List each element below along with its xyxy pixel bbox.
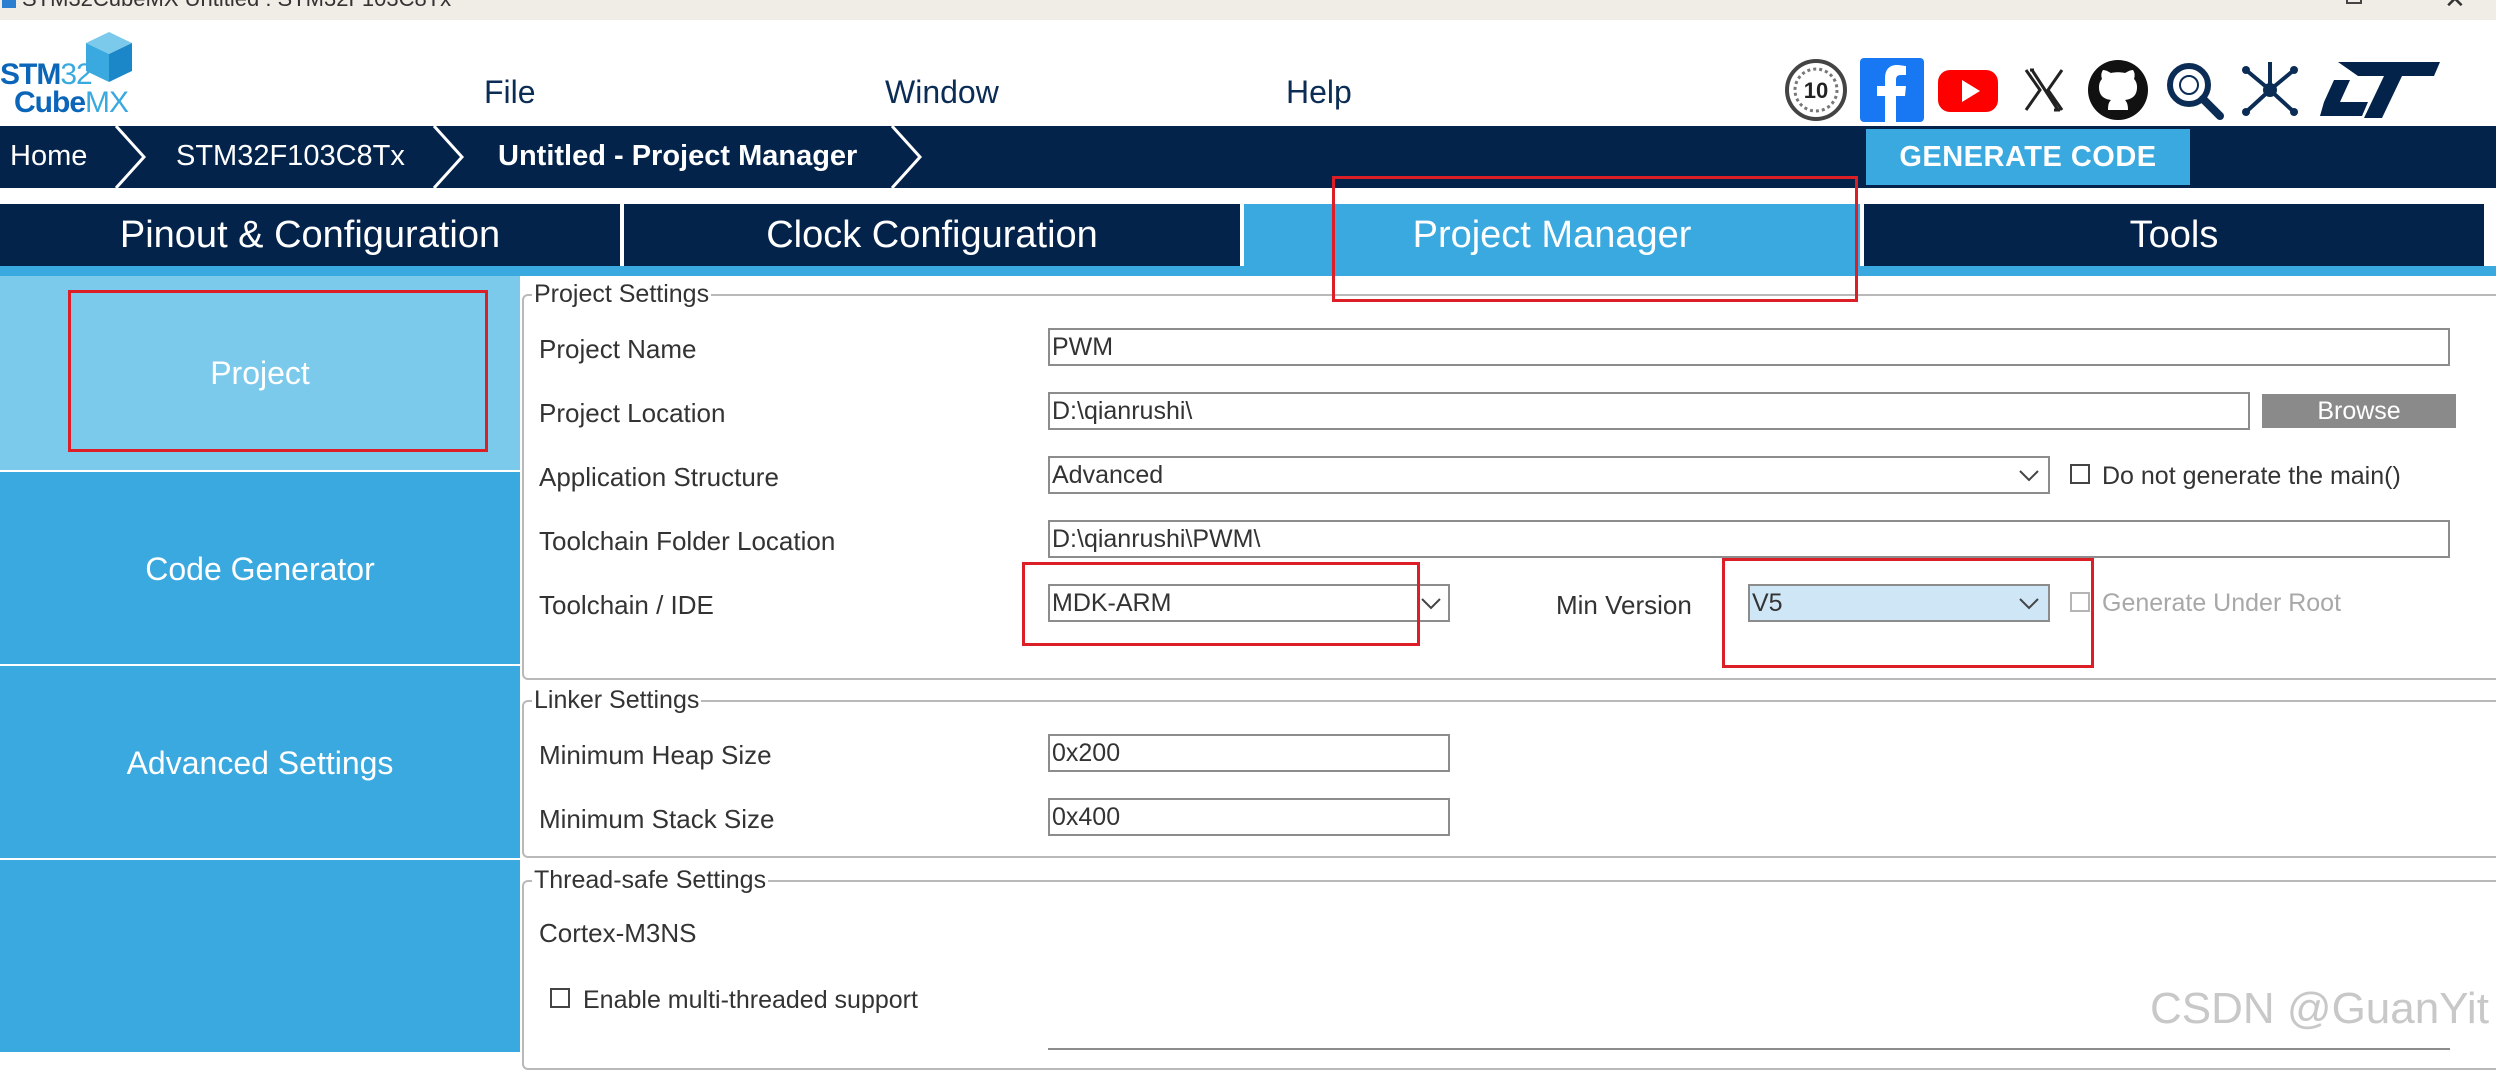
- thread-safe-settings-group: [522, 880, 2496, 1070]
- highlight-box-min-version: [1722, 558, 2094, 668]
- chevron-right-icon: [114, 126, 147, 188]
- sidebar-item-advanced-settings[interactable]: Advanced Settings: [0, 664, 520, 858]
- generate-code-button[interactable]: GENERATE CODE: [1866, 129, 2190, 185]
- network-icon[interactable]: [2238, 58, 2302, 122]
- toolchain-ide-label: Toolchain / IDE: [539, 590, 714, 620]
- thread-safe-settings-legend: Thread-safe Settings: [532, 866, 769, 895]
- application-structure-select[interactable]: Advanced: [1048, 456, 2050, 494]
- toolchain-folder-label: Toolchain Folder Location: [539, 526, 836, 556]
- linker-settings-legend: Linker Settings: [532, 686, 702, 715]
- breadcrumb-home[interactable]: Home: [10, 140, 87, 173]
- project-location-input[interactable]: D:\qianrushi\: [1048, 392, 2250, 430]
- app-header: STM32 CubeMX File Window Help 10: [0, 20, 2496, 126]
- youtube-icon[interactable]: [1936, 58, 2000, 122]
- menu-help[interactable]: Help: [1286, 74, 1352, 111]
- multithread-label: Enable multi-threaded support: [583, 986, 918, 1014]
- multithread-checkbox[interactable]: [550, 988, 570, 1008]
- minimum-heap-size-label: Minimum Heap Size: [539, 740, 772, 770]
- chevron-right-icon: [432, 126, 465, 188]
- min-version-label: Min Version: [1556, 590, 1692, 620]
- window-title: STM32CubeMX Untitled : STM32F103C8Tx: [22, 0, 451, 12]
- project-name-label: Project Name: [539, 334, 697, 364]
- project-location-label: Project Location: [539, 398, 726, 428]
- generate-under-root-label: Generate Under Root: [2102, 589, 2342, 617]
- browse-button[interactable]: Browse: [2262, 394, 2456, 428]
- tab-clock-configuration[interactable]: Clock Configuration: [624, 204, 1240, 266]
- minimum-heap-size-input[interactable]: 0x200: [1048, 734, 1450, 772]
- application-structure-label: Application Structure: [539, 462, 779, 492]
- sidebar-empty-area: [0, 858, 520, 1052]
- logo-text-cubemx: CubeMX: [14, 86, 129, 119]
- breadcrumb-bar: Home STM32F103C8Tx Untitled - Project Ma…: [0, 126, 2496, 188]
- sidebar-item-code-generator[interactable]: Code Generator: [0, 470, 520, 664]
- toolbar-icons: 10: [1780, 58, 2460, 124]
- st-logo-icon[interactable]: [2318, 58, 2442, 122]
- application-structure-value: Advanced: [1052, 461, 1164, 489]
- no-main-label: Do not generate the main(): [2102, 462, 2401, 490]
- breadcrumb-current: Untitled - Project Manager: [498, 140, 858, 172]
- tab-tools[interactable]: Tools: [1864, 204, 2484, 266]
- project-name-input[interactable]: PWM: [1048, 328, 2450, 366]
- cropped-field: [1048, 1048, 2450, 1052]
- x-icon[interactable]: [2012, 58, 2076, 122]
- chevron-down-icon[interactable]: [1420, 592, 1442, 614]
- facebook-icon[interactable]: [1860, 58, 1924, 122]
- project-settings-legend: Project Settings: [532, 280, 712, 309]
- highlight-box-project-item: [68, 290, 488, 452]
- chevron-down-icon[interactable]: [2018, 464, 2040, 486]
- watermark: CSDN @GuanYit: [2150, 984, 2489, 1033]
- search-icon[interactable]: [2162, 58, 2226, 122]
- os-title-bar: STM32CubeMX Untitled : STM32F103C8Tx ✕: [0, 0, 2496, 20]
- close-icon[interactable]: ✕: [2444, 0, 2466, 15]
- anniversary-10-years-icon[interactable]: 10: [1784, 58, 1848, 122]
- menu-window[interactable]: Window: [885, 74, 999, 111]
- breadcrumb-mcu[interactable]: STM32F103C8Tx: [176, 140, 405, 173]
- github-icon[interactable]: [2086, 58, 2150, 122]
- linker-settings-group: [522, 700, 2496, 858]
- chevron-right-icon: [890, 126, 923, 188]
- cube-logo-icon: [86, 32, 132, 82]
- no-main-checkbox[interactable]: [2070, 464, 2090, 484]
- tabs-underline: [0, 266, 2496, 276]
- toolchain-folder-input[interactable]: D:\qianrushi\PWM\: [1048, 520, 2450, 558]
- highlight-box-project-manager-tab: [1332, 176, 1858, 302]
- app-icon: [2, 0, 16, 8]
- main-tabs: Pinout & Configuration Clock Configurati…: [0, 204, 2496, 266]
- maximize-icon[interactable]: [2346, 0, 2362, 4]
- minimum-stack-size-input[interactable]: 0x400: [1048, 798, 1450, 836]
- menu-file[interactable]: File: [484, 74, 536, 111]
- core-label: Cortex-M3NS: [539, 918, 697, 948]
- tab-pinout-configuration[interactable]: Pinout & Configuration: [0, 204, 620, 266]
- minimum-stack-size-label: Minimum Stack Size: [539, 804, 775, 834]
- svg-text:10: 10: [1804, 78, 1828, 103]
- highlight-box-toolchain: [1022, 562, 1420, 646]
